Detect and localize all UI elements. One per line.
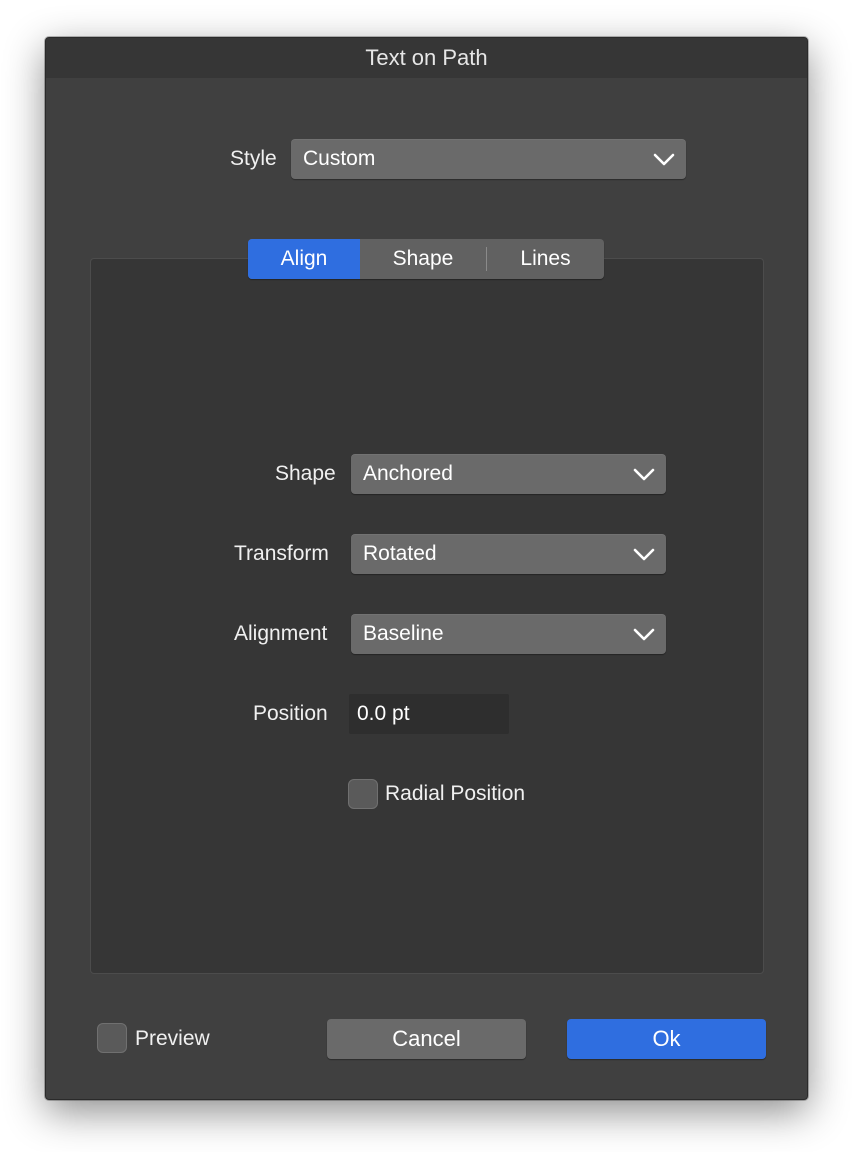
transform-dropdown-value: Rotated <box>363 542 437 565</box>
text-on-path-dialog: Text on Path Style Custom Align Shape Li… <box>45 37 808 1100</box>
cancel-button[interactable]: Cancel <box>327 1019 526 1059</box>
ok-button[interactable]: Ok <box>567 1019 766 1059</box>
chevron-down-icon <box>633 548 655 561</box>
alignment-label: Alignment <box>234 622 328 645</box>
position-label: Position <box>253 702 328 725</box>
chevron-down-icon <box>633 628 655 641</box>
tab-shape[interactable]: Shape <box>360 239 486 279</box>
dialog-titlebar: Text on Path <box>46 38 807 78</box>
preview-checkbox[interactable] <box>97 1023 127 1053</box>
shape-dropdown-value: Anchored <box>363 462 453 485</box>
dialog-title: Text on Path <box>365 45 488 70</box>
alignment-dropdown[interactable]: Baseline <box>351 614 666 654</box>
shape-dropdown[interactable]: Anchored <box>351 454 666 494</box>
tab-align[interactable]: Align <box>248 239 360 279</box>
tab-bar: Align Shape Lines <box>248 239 604 279</box>
chevron-down-icon <box>653 153 675 166</box>
tab-lines[interactable]: Lines <box>487 239 604 279</box>
style-dropdown[interactable]: Custom <box>291 139 686 179</box>
transform-dropdown[interactable]: Rotated <box>351 534 666 574</box>
transform-label: Transform <box>234 542 329 565</box>
position-field[interactable]: 0.0 pt <box>349 694 509 734</box>
alignment-dropdown-value: Baseline <box>363 622 444 645</box>
radial-position-label[interactable]: Radial Position <box>385 782 525 806</box>
style-dropdown-value: Custom <box>303 147 376 170</box>
style-label: Style <box>230 147 277 170</box>
preview-label[interactable]: Preview <box>135 1027 210 1051</box>
chevron-down-icon <box>633 468 655 481</box>
radial-position-checkbox[interactable] <box>348 779 378 809</box>
shape-label: Shape <box>275 462 336 485</box>
